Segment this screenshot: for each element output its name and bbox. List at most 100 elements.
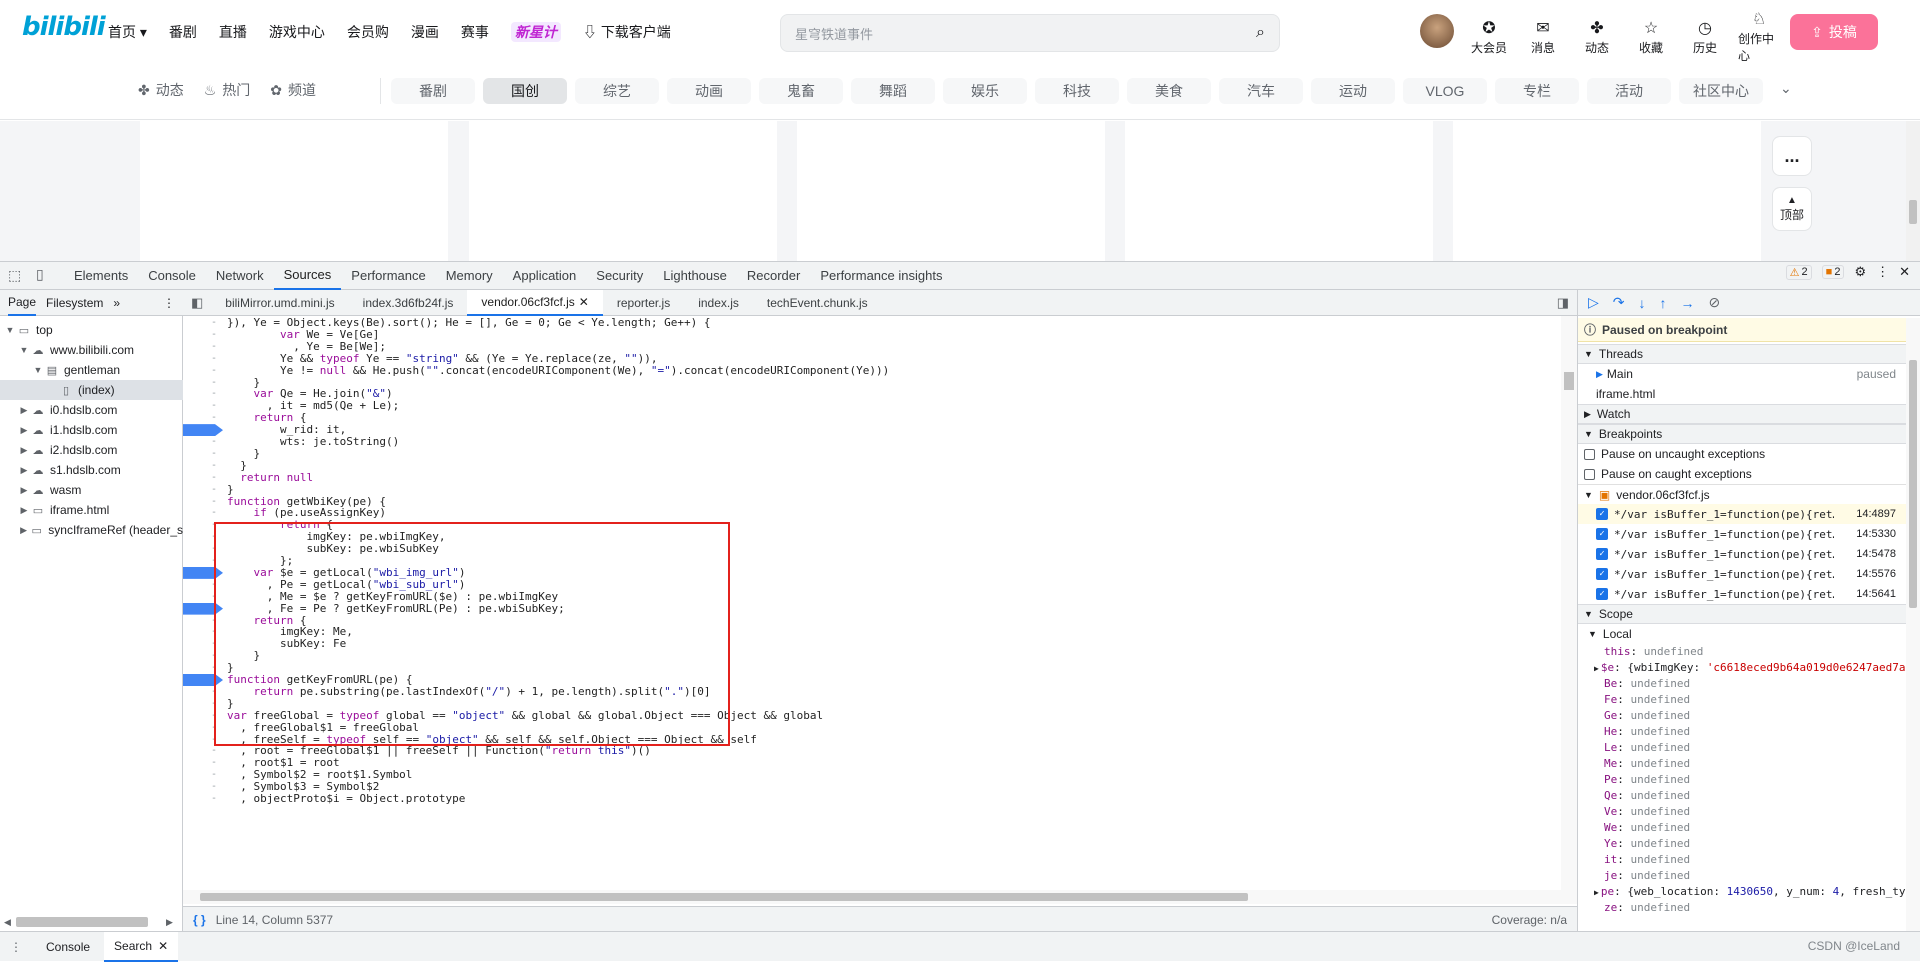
scope-variable[interactable]: He: undefined — [1578, 724, 1906, 740]
nav-shop[interactable]: 会员购 — [347, 22, 389, 42]
channel-chip[interactable]: 番剧 — [391, 78, 475, 104]
close-tab-icon[interactable]: ✕ — [579, 295, 589, 309]
resume-icon[interactable]: ▷ — [1588, 294, 1599, 311]
tree-node[interactable]: ▶ ▭ iframe.html — [0, 500, 183, 520]
pretty-print-icon[interactable]: { } — [193, 913, 206, 927]
nav-bangumi[interactable]: 番剧 — [169, 22, 197, 42]
breakpoint-item[interactable]: ✓ */var isBuffer_1=function(pe){ret… 14:54… — [1578, 544, 1906, 564]
navigator-scrollbar[interactable] — [16, 917, 148, 927]
expand-object-icon[interactable]: ▶ — [1594, 664, 1599, 673]
devtools-tab-performance[interactable]: Performance — [341, 261, 435, 290]
avatar[interactable] — [1420, 14, 1454, 48]
tree-node[interactable]: ▼ ▭ top — [0, 320, 183, 340]
checkbox-checked[interactable]: ✓ — [1596, 528, 1608, 540]
channel-chip[interactable]: VLOG — [1403, 78, 1487, 104]
message-button[interactable]: ✉ 消息 — [1522, 19, 1564, 56]
page-scrollbar[interactable] — [1906, 121, 1920, 261]
tree-node[interactable]: ▶ ☁ i1.hdslb.com — [0, 420, 183, 440]
page-scrollbar-thumb[interactable] — [1909, 200, 1917, 224]
scope-variable[interactable]: Pe: undefined — [1578, 772, 1906, 788]
tree-toggle-icon[interactable]: ▼ — [18, 345, 30, 355]
feed-card[interactable] — [469, 121, 777, 261]
tree-toggle-icon[interactable]: ▶ — [18, 505, 30, 516]
nav-manga[interactable]: 漫画 — [411, 22, 439, 42]
inspect-element-icon[interactable]: ⬚ — [8, 267, 21, 284]
warning-badge[interactable]: ⚠ 2 — [1785, 264, 1812, 280]
step-out-icon[interactable]: ↑ — [1660, 295, 1667, 311]
channel-chip[interactable]: 科技 — [1035, 78, 1119, 104]
channel-chip[interactable]: 运动 — [1311, 78, 1395, 104]
nav-special-event[interactable]: 新星计 — [510, 22, 561, 42]
tree-toggle-icon[interactable]: ▶ — [18, 405, 30, 416]
tree-node[interactable]: ▶ ☁ wasm — [0, 480, 183, 500]
scope-variable[interactable]: Fe: undefined — [1578, 692, 1906, 708]
pause-caught-option[interactable]: Pause on caught exceptions — [1578, 464, 1906, 484]
channel-hot[interactable]: ♨ 热门 — [204, 80, 251, 100]
channel-expand-icon[interactable]: ⌄ — [1780, 80, 1792, 97]
more-tabs-icon[interactable]: » — [113, 296, 120, 310]
step-icon[interactable]: → — [1681, 295, 1695, 311]
tree-toggle-icon[interactable]: ▶ — [18, 485, 30, 496]
editor-tab[interactable]: vendor.06cf3fcf.js ✕ — [467, 289, 603, 316]
favorites-button[interactable]: ☆ 收藏 — [1630, 19, 1672, 56]
devtools-tab-memory[interactable]: Memory — [436, 261, 503, 290]
breakpoint-item[interactable]: ✓ */var isBuffer_1=function(pe){ret… 14:56… — [1578, 584, 1906, 604]
scope-variable[interactable]: Be: undefined — [1578, 676, 1906, 692]
upload-button[interactable]: ⇪ 投稿 — [1790, 14, 1878, 50]
more-button[interactable]: ... — [1772, 136, 1812, 176]
search-input[interactable]: 星穹铁道事件 — [795, 24, 873, 43]
step-over-icon[interactable]: ↷ — [1613, 294, 1625, 311]
breakpoint-item[interactable]: ✓ */var isBuffer_1=function(pe){ret… 14:48… — [1578, 504, 1906, 524]
device-toolbar-icon[interactable]: ▯ — [36, 266, 44, 283]
scope-variable[interactable]: Le: undefined — [1578, 740, 1906, 756]
nav-download[interactable]: ⇩ 下载客户端 — [583, 22, 671, 42]
checkbox-checked[interactable]: ✓ — [1596, 548, 1608, 560]
nav-game[interactable]: 游戏中心 — [269, 22, 325, 42]
tree-node[interactable]: ▶ ☁ i0.hdslb.com — [0, 400, 183, 420]
editor-horizontal-scrollbar-thumb[interactable] — [200, 893, 1248, 901]
channel-chip[interactable]: 社区中心 — [1679, 78, 1763, 104]
watch-section-header[interactable]: ▶ Watch — [1578, 404, 1906, 424]
bilibili-logo[interactable]: bilibili — [22, 12, 106, 42]
vip-button[interactable]: ✪ 大会员 — [1468, 19, 1510, 56]
breakpoints-section-header[interactable]: ▼ Breakpoints — [1578, 424, 1906, 444]
channel-chip[interactable]: 汽车 — [1219, 78, 1303, 104]
editor-tab[interactable]: biliMirror.umd.mini.js — [211, 290, 348, 316]
devtools-tab-sources[interactable]: Sources — [273, 261, 342, 290]
tree-toggle-icon[interactable]: ▶ — [18, 425, 30, 436]
editor-tab[interactable]: techEvent.chunk.js — [753, 290, 882, 316]
tree-toggle-icon[interactable]: ▼ — [32, 365, 44, 375]
devtools-tab-security[interactable]: Security — [586, 261, 653, 290]
search-box[interactable]: 星穹铁道事件 ⌕ — [780, 14, 1280, 52]
checkbox-checked[interactable]: ✓ — [1596, 568, 1608, 580]
close-tab-icon[interactable]: ✕ — [158, 939, 168, 953]
scroll-right-icon[interactable]: ▶ — [166, 917, 173, 928]
scope-variable[interactable]: ▶ $e: {wbiImgKey: 'c6618eced9b64a019d0e62… — [1578, 660, 1906, 676]
local-scope-header[interactable]: ▼ Local — [1578, 624, 1906, 644]
checkbox-checked[interactable]: ✓ — [1596, 588, 1608, 600]
scope-variable[interactable]: Ve: undefined — [1578, 804, 1906, 820]
tree-node[interactable]: ▶ ☁ i2.hdslb.com — [0, 440, 183, 460]
scope-variable[interactable]: ▶ pe: {web_location: 1430650, y_num: 4, f… — [1578, 884, 1906, 900]
checkbox-checked[interactable]: ✓ — [1596, 508, 1608, 520]
scope-variable[interactable]: je: undefined — [1578, 868, 1906, 884]
navigator-menu-icon[interactable]: ⋮ — [163, 296, 175, 310]
editor-tab[interactable]: index.js — [684, 290, 753, 316]
tree-toggle-icon[interactable]: ▶ — [18, 445, 30, 456]
deactivate-breakpoints-icon[interactable]: ⊘ — [1709, 294, 1721, 311]
dynamic-button[interactable]: ✤ 动态 — [1576, 19, 1618, 56]
close-devtools-icon[interactable]: ✕ — [1899, 264, 1910, 280]
tab-page[interactable]: Page — [8, 290, 37, 316]
scope-variable[interactable]: We: undefined — [1578, 820, 1906, 836]
thread-iframe[interactable]: iframe.html — [1578, 384, 1906, 404]
gutter-marker[interactable]: - — [211, 792, 221, 806]
scope-variable[interactable]: it: undefined — [1578, 852, 1906, 868]
editor-vertical-scrollbar[interactable] — [1561, 316, 1577, 890]
nav-home[interactable]: 首页 ▾ — [108, 22, 147, 42]
devtools-tab-application[interactable]: Application — [503, 261, 587, 290]
scope-variable[interactable]: Me: undefined — [1578, 756, 1906, 772]
tree-node[interactable]: ▶ ☁ s1.hdslb.com — [0, 460, 183, 480]
tree-toggle-icon[interactable]: ▶ — [18, 525, 29, 536]
channel-channels[interactable]: ✿ 频道 — [270, 80, 316, 100]
editor-vertical-scrollbar-thumb[interactable] — [1564, 372, 1574, 390]
